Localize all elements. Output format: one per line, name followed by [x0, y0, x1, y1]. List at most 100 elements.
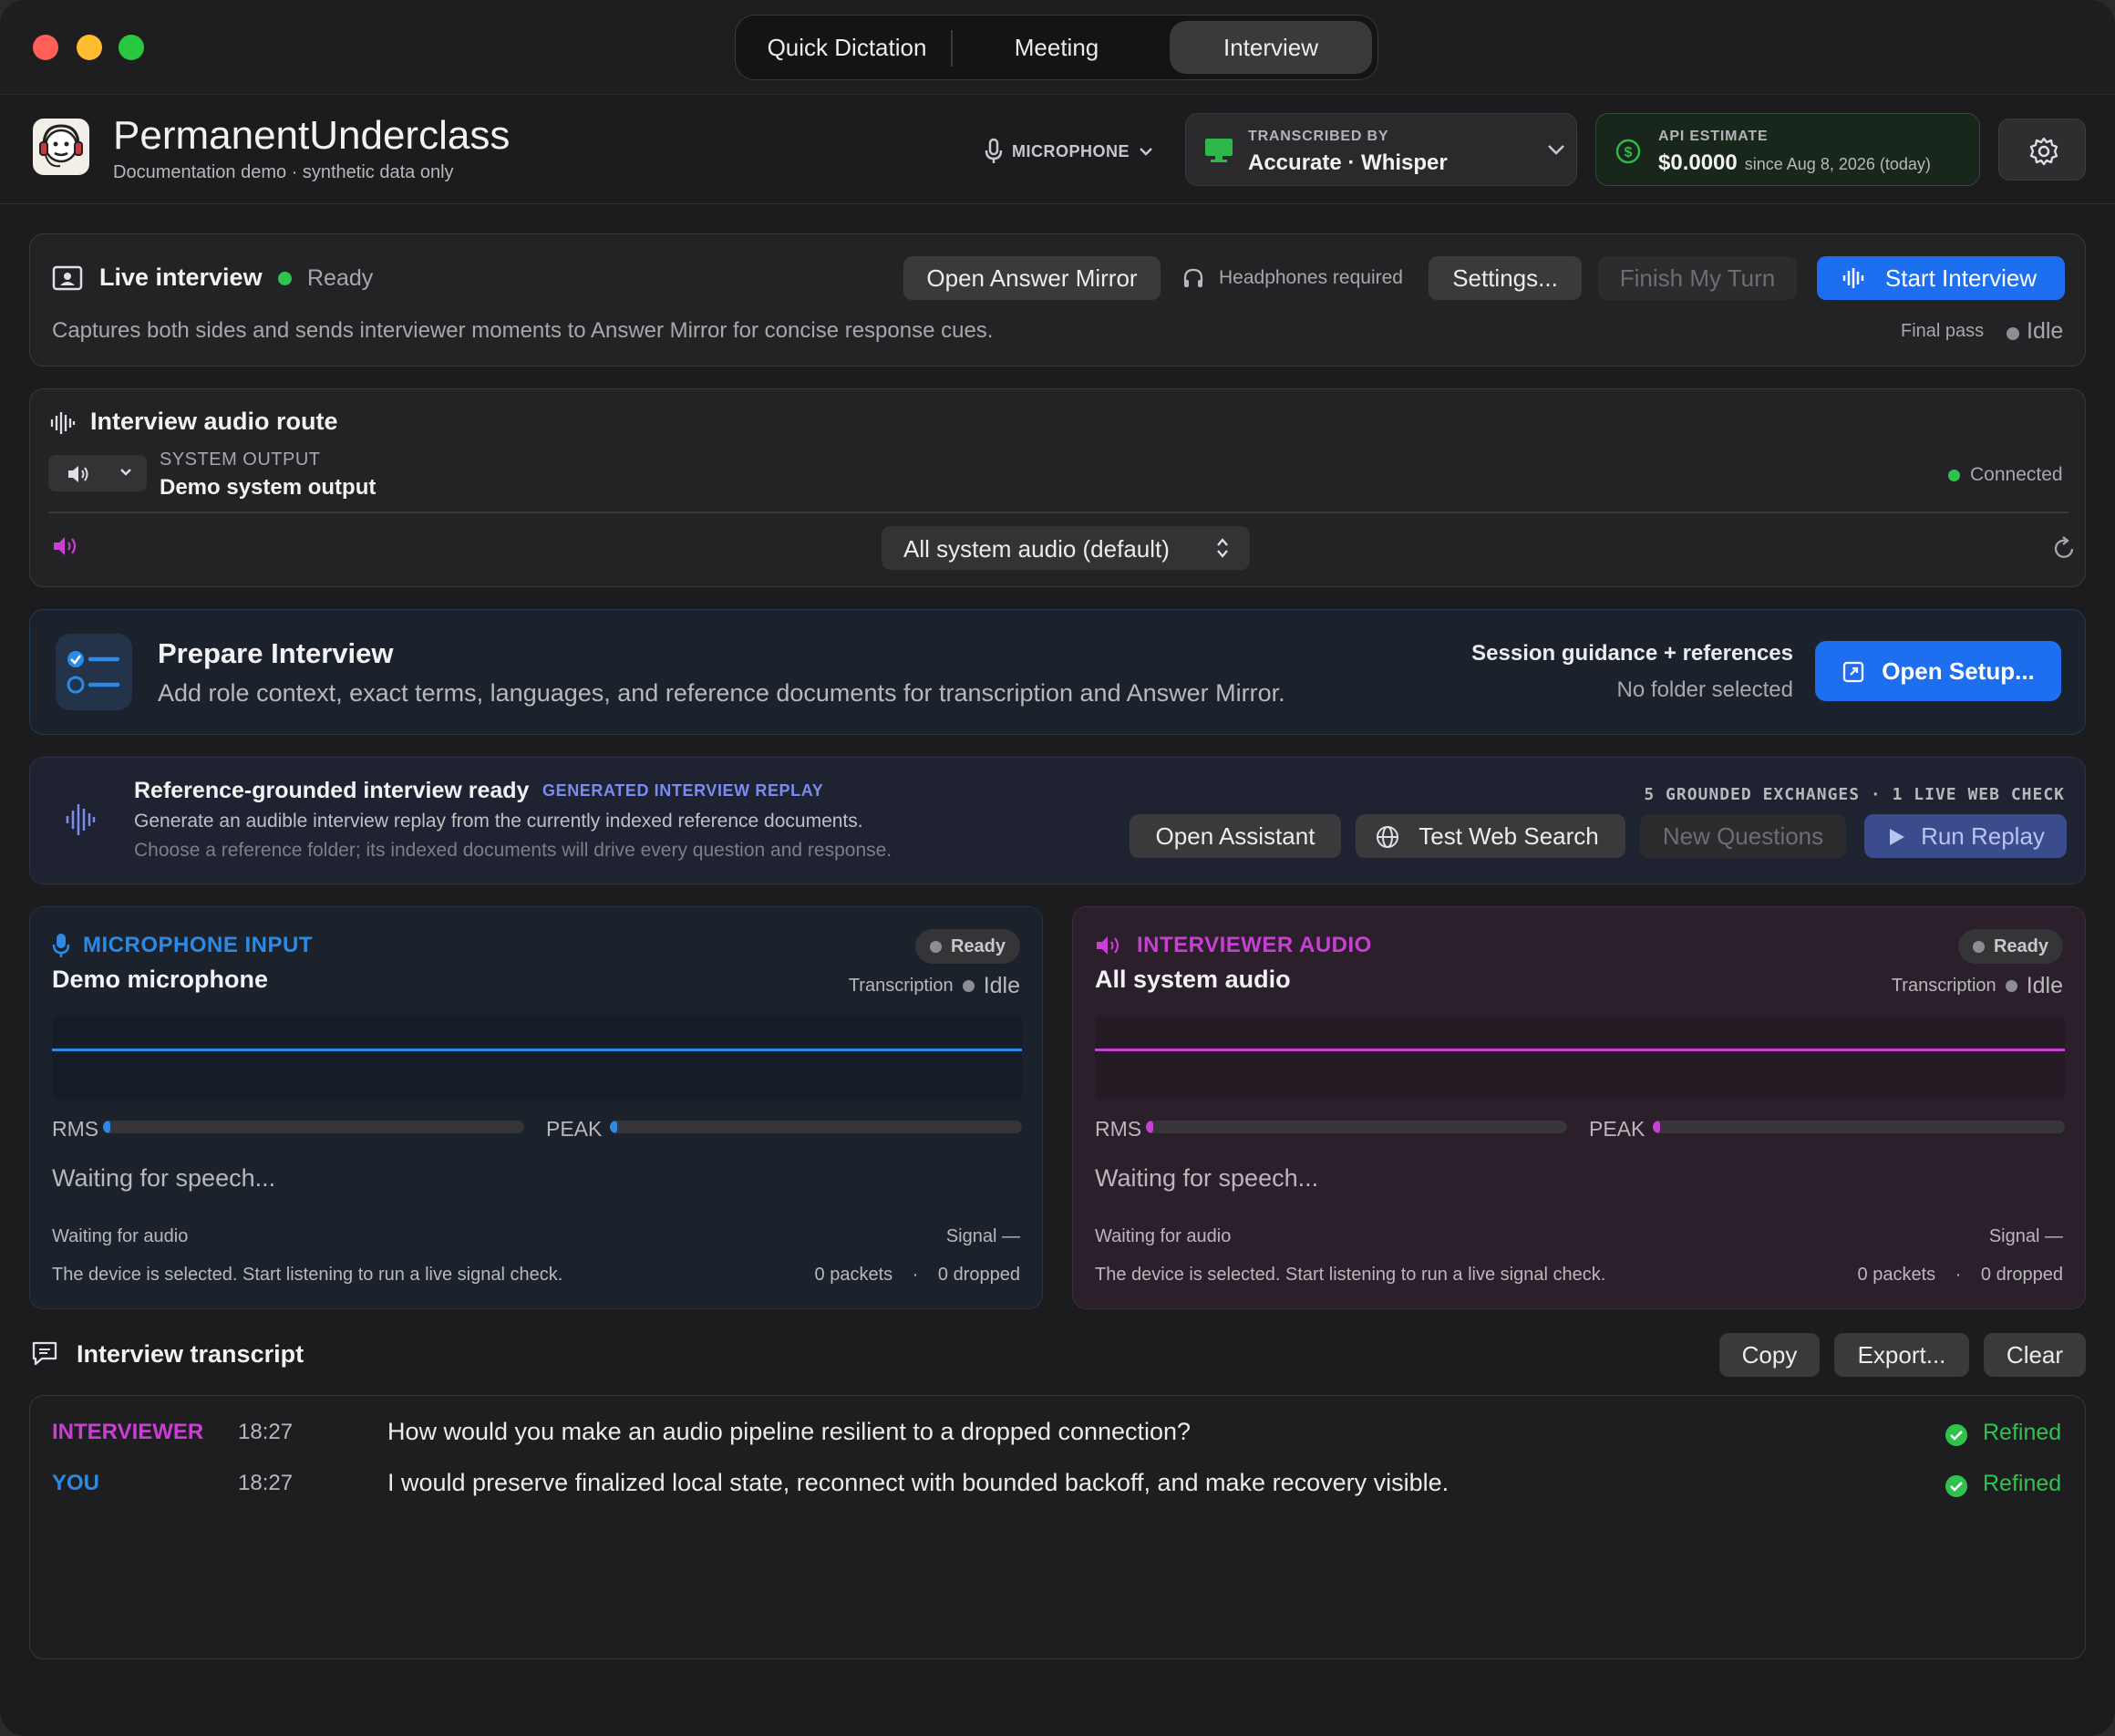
prepare-interview-card: Prepare Interview Add role context, exac… [29, 609, 2086, 735]
interviewer-status-badge: Ready [1957, 929, 2063, 964]
close-window-button[interactable] [33, 35, 58, 60]
tab-quick-dictation[interactable]: Quick Dictation [745, 21, 949, 74]
open-assistant-button[interactable]: Open Assistant [1130, 814, 1341, 858]
rms-meter [1146, 1121, 1567, 1133]
interviewer-device-name: All system audio [1095, 966, 1291, 993]
system-output-label: SYSTEM OUTPUT [160, 450, 321, 470]
final-pass-dot [2007, 327, 2019, 340]
mode-segmented-control: Quick Dictation Meeting Interview [735, 15, 1378, 80]
updown-chevron-icon [1217, 538, 1228, 558]
segment-divider [951, 30, 953, 67]
chat-icon [32, 1341, 57, 1366]
transcript-text: I would preserve finalized local state, … [387, 1469, 1450, 1496]
transcription-dot [2005, 980, 2017, 992]
checkmark-icon [1945, 1475, 1967, 1497]
replay-title: Reference-grounded interview ready [134, 778, 530, 803]
microphone-panel-title: MICROPHONE INPUT [52, 933, 313, 958]
microphone-device-name: Demo microphone [52, 966, 269, 993]
tab-meeting[interactable]: Meeting [954, 21, 1159, 74]
test-web-search-button[interactable]: Test Web Search [1356, 814, 1625, 858]
live-settings-button[interactable]: Settings... [1429, 256, 1582, 300]
waveform-icon [50, 412, 76, 434]
live-interview-card: Live interview Ready Open Answer Mirror … [29, 233, 2086, 367]
packet-stats: 0 packets · 0 dropped [1858, 1265, 2063, 1286]
transcription-engine-selector[interactable]: TRANSCRIBED BY Accurate · Whisper [1185, 113, 1577, 186]
speaker-icon [1097, 936, 1119, 955]
open-answer-mirror-button[interactable]: Open Answer Mirror [903, 256, 1161, 300]
settings-button[interactable] [1998, 119, 2086, 181]
interviewer-status-text: Ready [1993, 935, 2048, 956]
run-replay-button[interactable]: Run Replay [1864, 814, 2067, 858]
app-header: PermanentUnderclass Documentation demo ·… [0, 95, 2115, 204]
transcription-engine-value: Accurate · Whisper [1248, 150, 1448, 175]
packet-stats: 0 packets · 0 dropped [815, 1265, 1020, 1286]
gear-icon [2029, 137, 2058, 166]
signal-status: Signal — [945, 1226, 1020, 1246]
replay-tag: GENERATED INTERVIEW REPLAY [542, 781, 824, 800]
packets-count: 0 packets [1857, 1265, 1936, 1285]
microphone-selector[interactable]: MICROPHONE [985, 135, 1153, 168]
signal-status: Signal — [1988, 1226, 2063, 1246]
stats-separator: · [912, 1265, 919, 1285]
app-name: PermanentUnderclass [113, 113, 511, 158]
zoom-window-button[interactable] [119, 35, 144, 60]
export-transcript-button[interactable]: Export... [1834, 1333, 1969, 1377]
finish-my-turn-button[interactable]: Finish My Turn [1598, 256, 1797, 300]
chevron-down-icon [1548, 145, 1564, 155]
rms-meter [103, 1121, 524, 1133]
new-questions-button[interactable]: New Questions [1640, 814, 1846, 858]
refresh-icon[interactable] [2052, 535, 2076, 561]
waiting-for-speech: Waiting for speech... [52, 1164, 276, 1192]
globe-icon [1377, 826, 1398, 848]
app-logo [33, 119, 89, 175]
transcript-title: Interview transcript [77, 1340, 304, 1368]
transcription-dot [962, 980, 975, 992]
ready-status-dot [278, 272, 292, 285]
prepare-title: Prepare Interview [158, 637, 394, 669]
api-since: since Aug 8, 2026 (today) [1744, 155, 1931, 173]
speaker-label: INTERVIEWER [52, 1420, 204, 1444]
transcript-text: How would you make an audio pipeline res… [387, 1418, 1192, 1445]
peak-meter [610, 1121, 1022, 1133]
microphone-input-panel: MICROPHONE INPUT Demo microphone Ready T… [29, 906, 1043, 1309]
system-output-value: Demo system output [160, 475, 377, 500]
interviewer-panel-title: INTERVIEWER AUDIO [1095, 933, 1372, 958]
session-guidance-label: Session guidance + references [1471, 641, 1793, 666]
start-interview-button[interactable]: Start Interview [1817, 256, 2065, 300]
timestamp: 18:27 [238, 1420, 294, 1444]
api-estimate-label: API ESTIMATE [1658, 129, 1769, 144]
minimize-window-button[interactable] [77, 35, 102, 60]
folder-status: No folder selected [1616, 677, 1793, 702]
audio-source-value: All system audio (default) [903, 535, 1170, 563]
speaker-label: YOU [52, 1471, 100, 1495]
clear-transcript-button[interactable]: Clear [1984, 1333, 2086, 1377]
copy-transcript-button[interactable]: Copy [1719, 1333, 1820, 1377]
waiting-for-speech: Waiting for speech... [1095, 1164, 1319, 1192]
replay-line1: Generate an audible interview replay fro… [134, 811, 863, 832]
chevron-down-icon [1140, 148, 1152, 156]
replay-line2: Choose a reference folder; its indexed d… [134, 840, 892, 861]
peak-label: PEAK [1589, 1117, 1646, 1141]
refined-status: Refined [1983, 1471, 2062, 1496]
final-pass-label: Final pass [1901, 321, 1985, 341]
speaker-icon [68, 466, 88, 482]
connected-status: Connected [1970, 464, 2063, 485]
microphone-status-badge: Ready [914, 929, 1020, 964]
open-setup-button[interactable]: Open Setup... [1815, 641, 2061, 701]
replay-stats: 5 GROUNDED EXCHANGES · 1 LIVE WEB CHECK [1644, 785, 2065, 804]
output-device-picker[interactable] [48, 455, 147, 491]
microphone-panel-label: MICROPHONE INPUT [83, 933, 314, 957]
microphone-icon [52, 934, 70, 957]
audio-route-card: Interview audio route SYSTEM OUTPUT Demo… [29, 388, 2086, 587]
microphone-label: MICROPHONE [1012, 141, 1130, 160]
timestamp: 18:27 [238, 1471, 294, 1495]
connected-dot [1948, 470, 1960, 481]
external-link-icon [1842, 661, 1864, 683]
interviewer-transcription-status: Transcription Idle [1892, 973, 2063, 999]
svg-text:$: $ [1625, 145, 1633, 160]
dropped-count: 0 dropped [937, 1265, 1020, 1285]
transcription-label: Transcription [1891, 976, 1996, 996]
transcript-list: INTERVIEWER 18:27 How would you make an … [29, 1395, 2086, 1659]
audio-source-select[interactable]: All system audio (default) [882, 526, 1250, 570]
tab-interview[interactable]: Interview [1170, 21, 1372, 74]
